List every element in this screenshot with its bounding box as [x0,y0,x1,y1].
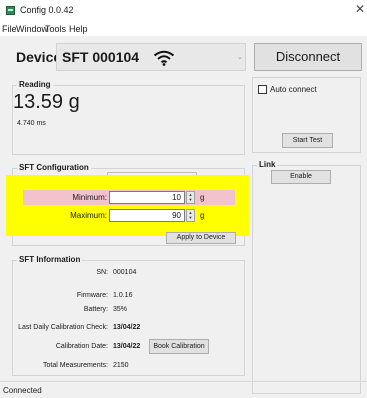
firmware-value: 1.0.16 [113,292,133,299]
disconnect-button[interactable]: Disconnect [254,43,362,71]
device-select[interactable]: SFT 000104 ⌄ [56,43,246,71]
window-title: Config 0.0.42 [20,5,74,15]
status-divider [0,381,367,382]
reading-title: Reading [17,80,53,89]
book-calibration-button[interactable]: Book Calibration [149,339,209,354]
firmware-label: Firmware: [76,292,108,299]
sft-configuration-title: SFT Configuration [17,163,91,172]
menu-help[interactable]: Help [69,24,88,34]
enable-button[interactable]: Enable [271,170,331,184]
link-title: Link [257,160,278,169]
app-icon [6,6,15,15]
minimum-unit: g [200,193,205,202]
sn-value: 000104 [113,269,137,276]
device-select-value: SFT 000104 [62,49,140,65]
sft-information-group: SFT Information [12,255,245,376]
sft-information-title: SFT Information [17,255,83,264]
minimum-spinner[interactable]: ▲ ▼ [186,191,195,204]
menu-tools[interactable]: Tools [45,24,66,34]
minimum-input[interactable]: 10 [109,191,185,204]
wifi-icon [153,50,175,66]
menu-bar: File Window Tools Help [0,20,367,36]
chevron-down-icon: ⌄ [237,54,243,61]
auto-connect-label: Auto connect [270,85,317,94]
calibration-date-label: Calibration Date: [55,343,108,350]
close-icon[interactable]: ✕ [355,3,365,15]
menu-file[interactable]: File [2,24,17,34]
auto-connect-checkbox[interactable] [258,85,267,94]
maximum-unit: g [200,211,205,220]
battery-value: 35% [113,306,128,313]
minimum-label: Minimum: [72,193,107,202]
menu-window[interactable]: Window [16,24,48,34]
total-measurements-label: Total Measurements: [43,362,108,369]
reading-time: 4.740 ms [17,120,46,127]
link-group: Link [252,160,361,394]
spin-down-icon[interactable]: ▼ [187,197,194,202]
total-measurements-value: 2150 [113,362,129,369]
reading-value: 13.59 g [13,91,80,113]
battery-label: Battery: [83,306,108,313]
highlight-overlay [6,175,249,236]
maximum-label: Maximum: [70,211,107,220]
sn-label: SN: [96,269,108,276]
maximum-input[interactable]: 90 [109,209,185,222]
start-test-button[interactable]: Start Test [282,133,333,148]
apply-to-device-button[interactable]: Apply to Device [166,232,236,244]
calibration-date-value: 13/04/22 [113,343,141,350]
daily-check-value: 13/04/22 [113,324,141,331]
daily-check-label: Last Daily Calibration Check: [18,324,108,331]
status-text: Connected [3,386,42,395]
spin-down-icon[interactable]: ▼ [187,215,194,220]
maximum-spinner[interactable]: ▲ ▼ [186,209,195,222]
